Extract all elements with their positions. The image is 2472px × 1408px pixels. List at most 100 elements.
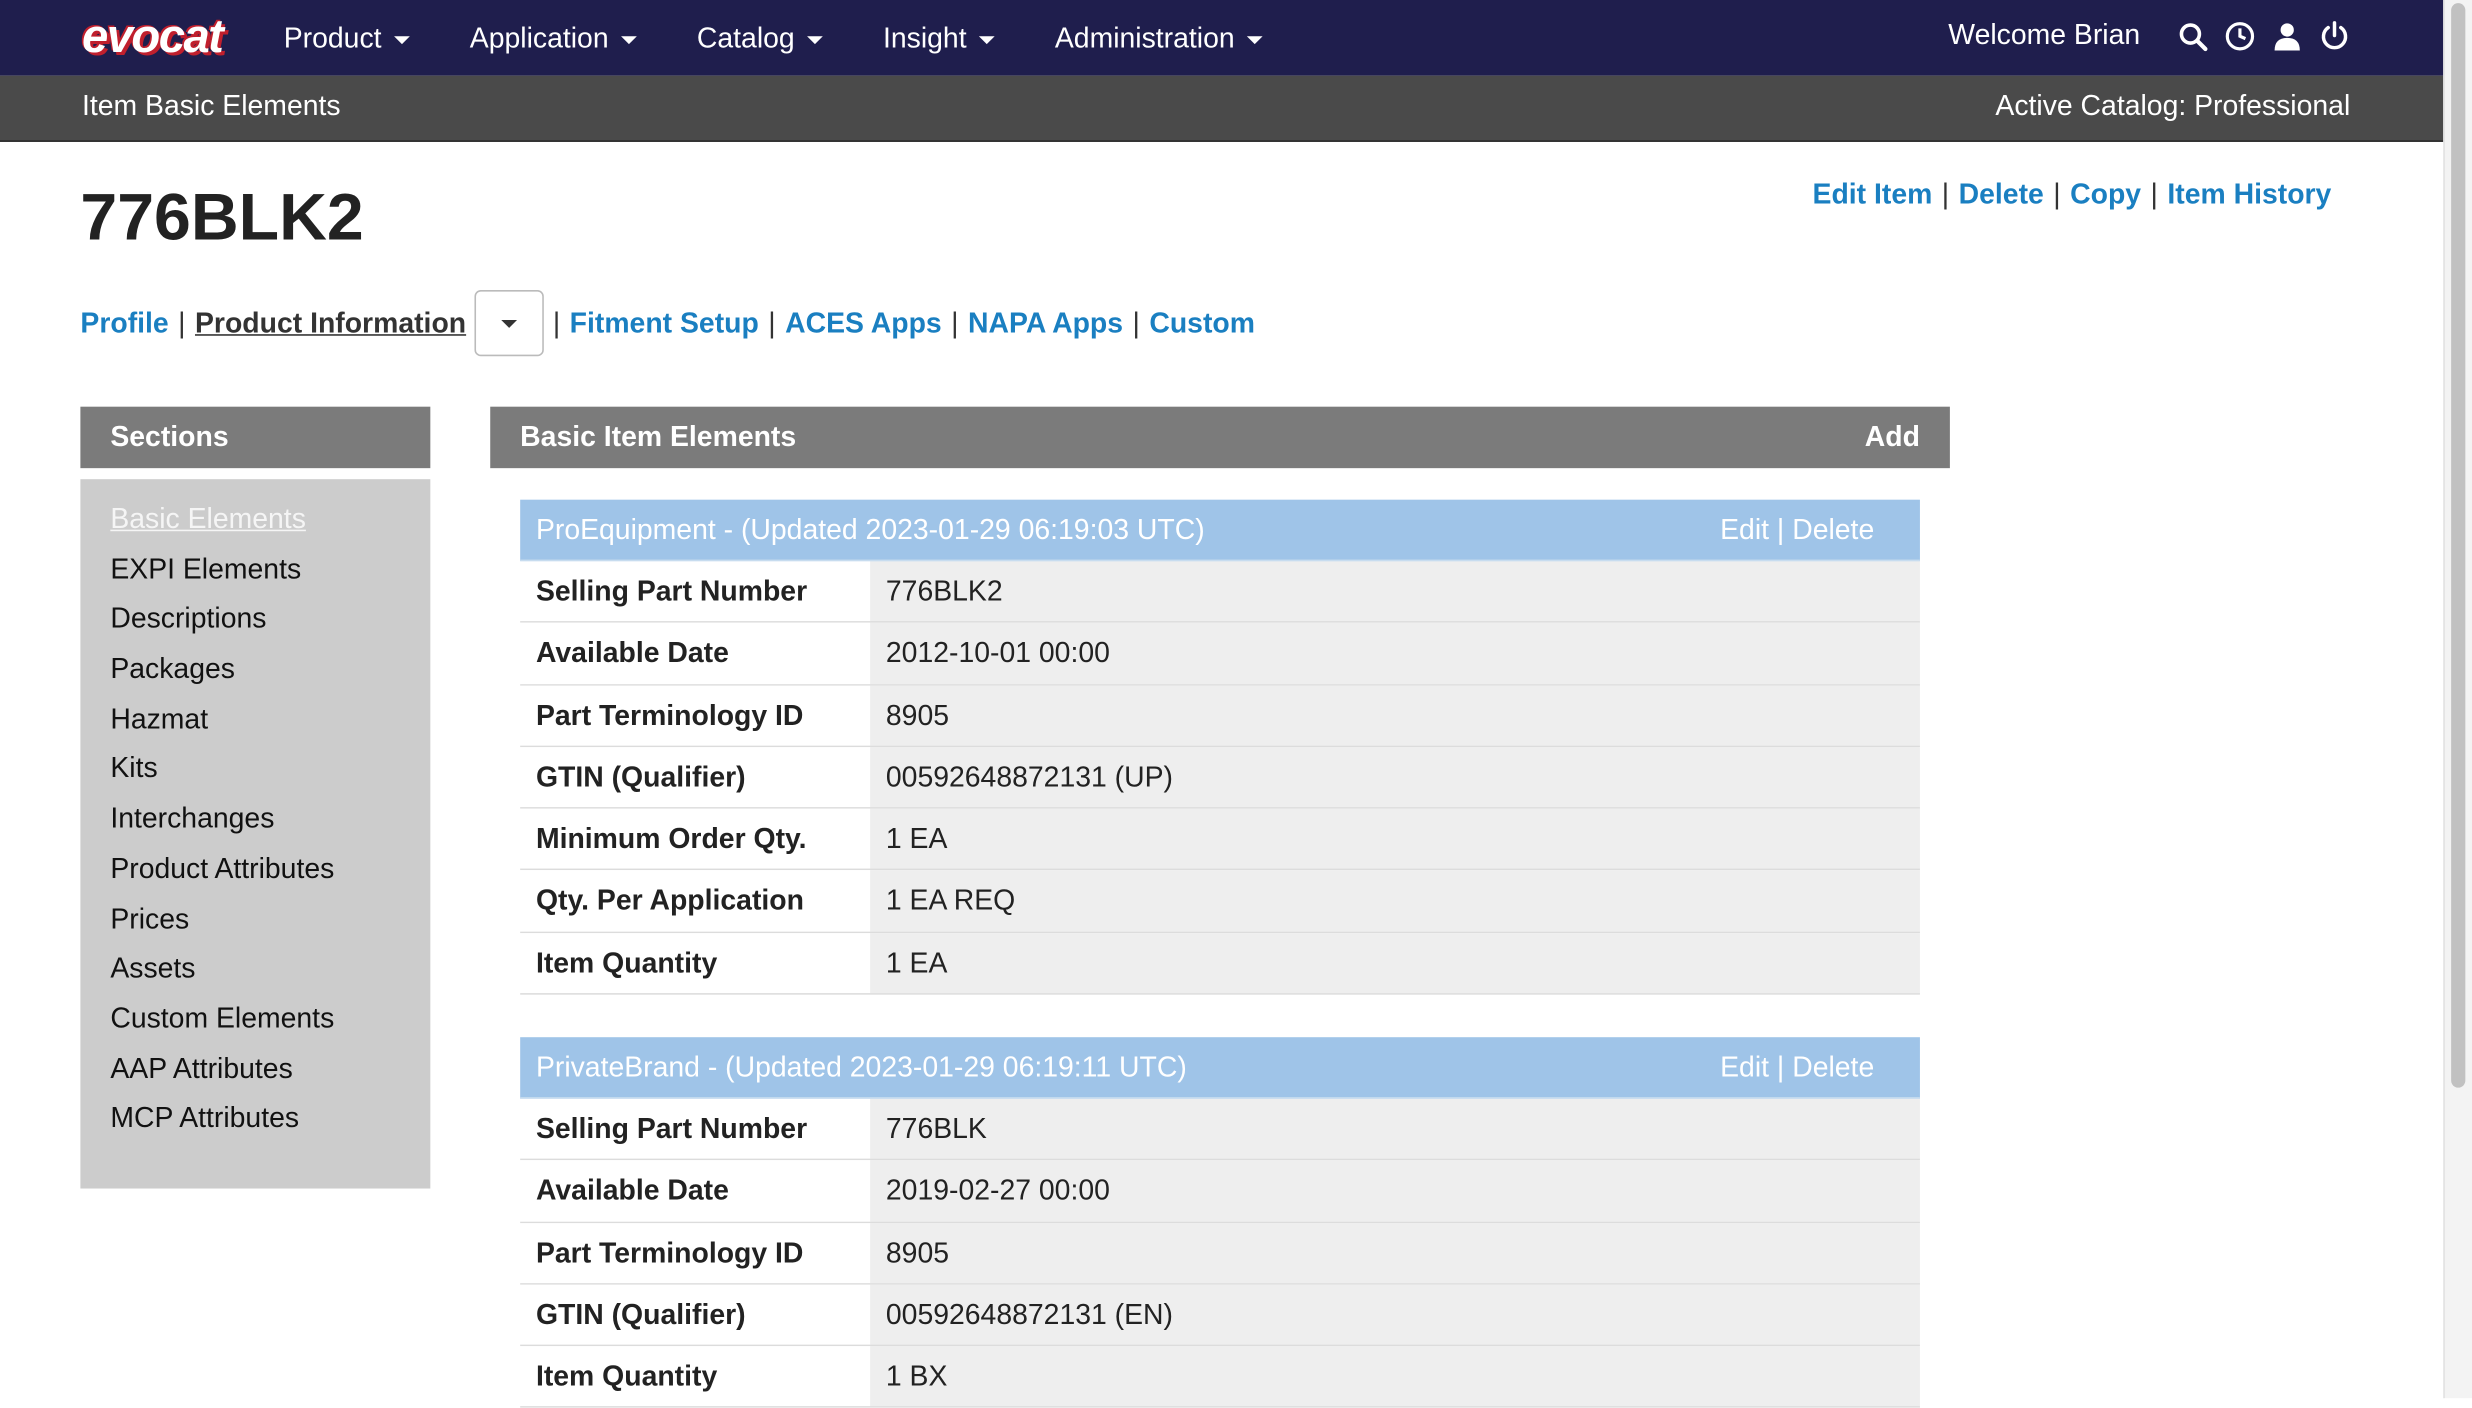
section-assets[interactable]: Assets — [110, 951, 400, 1001]
table-row: Minimum Order Qty. 1 EA — [520, 808, 1920, 871]
table-row: Item Quantity 1 BX — [520, 1346, 1920, 1408]
card-actions: Edit | Delete — [1720, 1051, 1875, 1083]
card-title: PrivateBrand - (Updated 2023-01-29 06:19… — [535, 1051, 1187, 1083]
field-label: Part Terminology ID — [520, 1222, 871, 1283]
field-value: 00592648872131 (UP) — [870, 746, 1920, 808]
item-history-link[interactable]: Item History — [2167, 178, 2331, 210]
power-icon[interactable] — [2317, 19, 2352, 54]
tab-aces-apps[interactable]: ACES Apps — [785, 307, 942, 340]
caret-down-icon — [394, 35, 410, 44]
menu-product[interactable]: Product — [284, 21, 410, 54]
field-value: 1 EA — [870, 932, 1920, 994]
table-row: Available Date 2019-02-27 00:00 — [520, 1160, 1920, 1223]
table-row: GTIN (Qualifier) 00592648872131 (EN) — [520, 1284, 1920, 1347]
section-aap-attributes[interactable]: AAP Attributes — [110, 1051, 400, 1101]
field-value: 8905 — [870, 1222, 1920, 1283]
table-row: GTIN (Qualifier) 00592648872131 (UP) — [520, 746, 1920, 809]
field-label: Part Terminology ID — [520, 685, 871, 746]
page-context-title: Item Basic Elements — [81, 89, 341, 122]
table-row: Selling Part Number 776BLK — [520, 1098, 1920, 1161]
evocat-logo[interactable]: evocat — [82, 9, 255, 66]
tab-profile[interactable]: Profile — [80, 307, 168, 340]
caret-down-icon — [500, 319, 517, 328]
user-icon[interactable] — [2270, 19, 2305, 54]
field-value: 776BLK2 — [870, 561, 1920, 622]
card-title: ProEquipment - (Updated 2023-01-29 06:19… — [535, 513, 1205, 546]
field-value: 776BLK — [870, 1098, 1920, 1160]
page-title: 776BLK2 — [80, 179, 364, 254]
tab-fitment-setup[interactable]: Fitment Setup — [570, 307, 759, 340]
field-value: 00592648872131 (EN) — [870, 1284, 1920, 1345]
field-value: 1 EA — [870, 808, 1920, 870]
field-value: 2012-10-01 00:00 — [870, 623, 1920, 684]
add-button[interactable]: Add — [1865, 421, 1920, 454]
delete-button[interactable]: Delete — [1792, 514, 1874, 546]
vertical-scrollbar[interactable] — [2443, 0, 2472, 1399]
item-tabs: Profile | Product Information | Fitment … — [80, 290, 1255, 357]
caret-down-icon — [1247, 35, 1264, 44]
menu-catalog[interactable]: Catalog — [696, 21, 824, 54]
section-product-attributes[interactable]: Product Attributes — [110, 851, 400, 901]
sections-list: Basic Elements EXPI Elements Description… — [80, 479, 431, 1189]
product-information-dropdown[interactable] — [473, 290, 544, 357]
table-row: Part Terminology ID 8905 — [520, 685, 1920, 747]
tab-napa-apps[interactable]: NAPA Apps — [968, 307, 1123, 340]
menu-label: Administration — [1054, 21, 1235, 53]
section-basic-elements[interactable]: Basic Elements — [110, 501, 400, 551]
section-packages[interactable]: Packages — [110, 651, 400, 701]
field-value: 8905 — [870, 685, 1920, 746]
element-card: ProEquipment - (Updated 2023-01-29 06:19… — [520, 499, 1920, 995]
scrollbar-thumb[interactable] — [2451, 3, 2466, 1088]
sub-header-bar: Item Basic Elements Active Catalog: Prof… — [0, 75, 2444, 142]
section-interchanges[interactable]: Interchanges — [110, 801, 400, 851]
menu-label: Catalog — [696, 21, 795, 53]
search-icon[interactable] — [2175, 19, 2210, 54]
caret-down-icon — [621, 35, 637, 44]
section-custom-elements[interactable]: Custom Elements — [110, 1001, 400, 1051]
section-expi-elements[interactable]: EXPI Elements — [110, 551, 400, 601]
field-label: Selling Part Number — [520, 561, 871, 622]
main-menu: Product Application Catalog Insight Admi… — [284, 0, 1323, 76]
menu-application[interactable]: Application — [470, 21, 637, 54]
field-label: Available Date — [520, 1160, 871, 1221]
field-label: GTIN (Qualifier) — [520, 746, 871, 808]
field-label: Item Quantity — [520, 932, 871, 994]
top-navbar: evocat Product Application Catalog Insig… — [0, 0, 2444, 76]
field-label: Available Date — [520, 623, 871, 684]
menu-label: Product — [283, 21, 382, 53]
section-kits[interactable]: Kits — [110, 751, 400, 801]
section-hazmat[interactable]: Hazmat — [110, 701, 400, 751]
panel-title: Basic Item Elements — [520, 420, 797, 453]
logo-text: evocat — [81, 11, 224, 64]
clock-icon[interactable] — [2223, 19, 2258, 54]
section-prices[interactable]: Prices — [110, 901, 400, 951]
menu-insight[interactable]: Insight — [883, 21, 995, 54]
table-row: Qty. Per Application 1 EA REQ — [520, 870, 1920, 933]
field-value: 2019-02-27 00:00 — [870, 1160, 1920, 1221]
sections-header: Sections — [80, 406, 431, 469]
field-label: Qty. Per Application — [520, 870, 871, 932]
top-icons — [2175, 19, 2364, 54]
welcome-text: Welcome Brian — [1948, 18, 2141, 51]
delete-button[interactable]: Delete — [1792, 1051, 1874, 1083]
tab-custom[interactable]: Custom — [1149, 307, 1255, 340]
card-header: ProEquipment - (Updated 2023-01-29 06:19… — [520, 499, 1920, 562]
item-actions: Edit Item | Delete | Copy | Item History — [1812, 178, 2332, 210]
delete-item-link[interactable]: Delete — [1959, 178, 2044, 210]
edit-button[interactable]: Edit — [1720, 1051, 1769, 1083]
menu-administration[interactable]: Administration — [1054, 21, 1264, 54]
element-card: PrivateBrand - (Updated 2023-01-29 06:19… — [520, 1037, 1920, 1408]
tab-product-information[interactable]: Product Information — [195, 307, 466, 340]
caret-down-icon — [807, 35, 824, 44]
table-row: Available Date 2012-10-01 00:00 — [520, 623, 1920, 686]
table-row: Part Terminology ID 8905 — [520, 1222, 1920, 1285]
edit-button[interactable]: Edit — [1720, 514, 1769, 546]
caret-down-icon — [979, 35, 995, 44]
copy-item-link[interactable]: Copy — [2070, 178, 2141, 210]
active-catalog: Active Catalog: Professional — [1995, 89, 2351, 122]
card-actions: Edit | Delete — [1720, 513, 1875, 546]
section-descriptions[interactable]: Descriptions — [110, 601, 400, 651]
card-header: PrivateBrand - (Updated 2023-01-29 06:19… — [520, 1037, 1920, 1099]
section-mcp-attributes[interactable]: MCP Attributes — [110, 1101, 400, 1151]
edit-item-link[interactable]: Edit Item — [1813, 178, 1933, 210]
